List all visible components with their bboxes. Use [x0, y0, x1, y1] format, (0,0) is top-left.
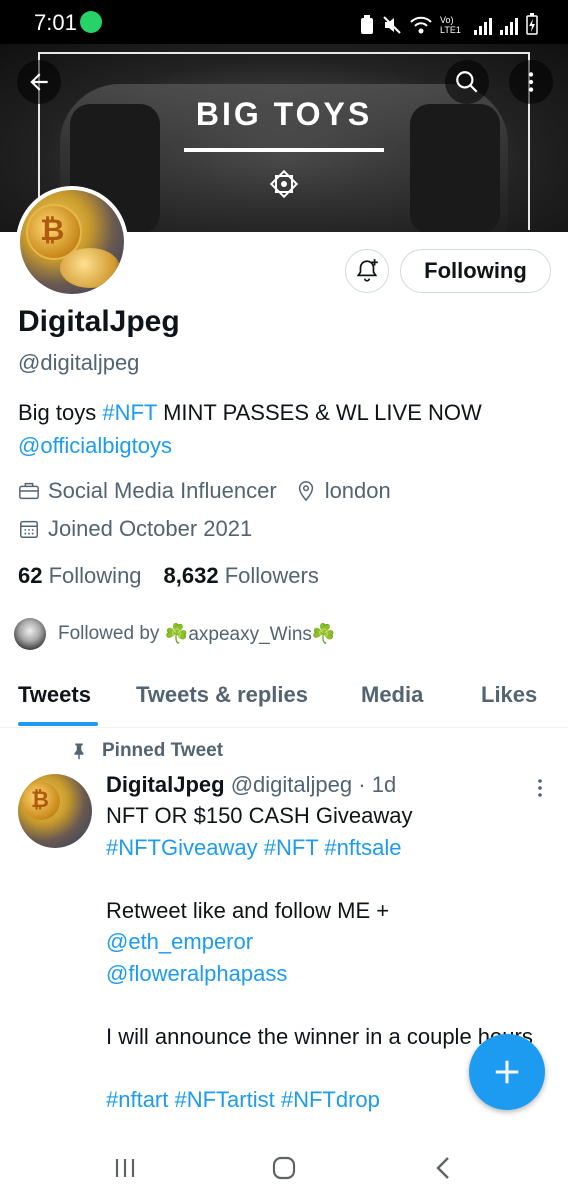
pin-icon — [74, 743, 84, 760]
following-label: Following — [48, 563, 142, 588]
tweet-line: I will announce the winner in a couple h… — [106, 1023, 533, 1049]
system-nav-bar — [0, 1134, 568, 1200]
tweet-author-handle[interactable]: @digitaljpeg — [231, 772, 352, 797]
tab-active-indicator — [18, 722, 98, 726]
tweet-hashtags[interactable]: #nftart #NFTartist #NFTdrop — [106, 1084, 536, 1116]
pinned-tweet-label: Pinned Tweet — [102, 740, 224, 761]
battery-charging-icon — [526, 13, 538, 35]
notifications-button[interactable] — [345, 249, 389, 293]
followers-count-link[interactable]: 8,632 Followers — [164, 563, 319, 589]
avatar-coin-2 — [60, 248, 120, 288]
followed-by-prefix: Followed by — [58, 623, 160, 644]
bell-plus-icon — [356, 259, 378, 282]
profile-tabs: Tweets Tweets & replies Media Likes — [0, 668, 568, 728]
wifi-icon — [410, 16, 432, 34]
tweet-separator: · — [358, 772, 366, 797]
banner-logo-icon — [268, 168, 300, 200]
status-bar: 7:01 Vo) LTE1 — [0, 0, 568, 44]
more-button[interactable] — [509, 60, 553, 104]
tab-tweets-replies[interactable]: Tweets & replies — [136, 682, 308, 708]
tweet-more-icon[interactable] — [532, 776, 548, 800]
followed-by[interactable]: Followed by ☘️axpeaxy_Wins☘️ — [14, 618, 336, 650]
tweet-bitcoin-glyph: ₿ — [31, 787, 49, 812]
arrow-left-icon — [30, 73, 48, 91]
home-icon — [272, 1156, 296, 1180]
location-icon — [298, 481, 313, 502]
search-icon — [456, 71, 478, 93]
profile-meta-row: Social Media Influencer london — [18, 478, 391, 504]
bio-text-2: MINT PASSES & WL LIVE NOW — [156, 400, 482, 425]
recent-apps-button[interactable] — [110, 1154, 140, 1182]
mute-icon — [383, 16, 401, 34]
tweet-mention[interactable]: @eth_emperor — [106, 926, 536, 958]
tab-media[interactable]: Media — [361, 682, 423, 708]
pinned-label: Pinned Tweet — [70, 740, 223, 762]
following-count: 62 — [18, 563, 43, 588]
recent-apps-icon — [115, 1159, 135, 1177]
profile-category: Social Media Influencer — [48, 478, 277, 503]
profile-avatar[interactable]: ₿ — [16, 186, 128, 298]
tweet-line: NFT OR $150 CASH Giveaway — [106, 803, 413, 828]
following-count-link[interactable]: 62 Following — [18, 563, 142, 589]
bio-text: Big toys — [18, 400, 103, 425]
profile-joined-row: Joined October 2021 — [18, 516, 252, 542]
banner-underline — [184, 148, 384, 152]
calendar-icon — [20, 520, 38, 538]
tweet-hashtags[interactable]: #NFTGiveaway #NFT #nftsale — [106, 832, 536, 864]
tweet-spacer — [106, 863, 536, 895]
bio-hashtag-link[interactable]: #NFT — [102, 400, 157, 425]
followed-by-user: ☘️axpeaxy_Wins☘️ — [164, 624, 336, 645]
back-nav-button[interactable] — [428, 1154, 458, 1182]
tab-tweets[interactable]: Tweets — [18, 682, 91, 708]
following-button[interactable]: Following — [400, 249, 551, 293]
signal-2-icon — [500, 15, 518, 35]
more-vertical-icon — [528, 72, 534, 92]
briefcase-icon — [19, 482, 39, 500]
display-name: DigitalJpeg — [18, 305, 180, 338]
followers-label: Followers — [224, 563, 319, 588]
tweet-mention[interactable]: @floweralphapass — [106, 958, 536, 990]
signal-icon — [474, 15, 492, 35]
profile-handle: @digitaljpeg — [18, 350, 140, 375]
plus-icon — [495, 1060, 519, 1084]
bio-mention-link[interactable]: @officialbigtoys — [18, 433, 172, 458]
profile-bio: Big toys #NFT MINT PASSES & WL LIVE NOW … — [18, 396, 548, 462]
banner-title: BIG TOYS — [195, 96, 373, 132]
tweet-header: DigitalJpeg @digitaljpeg · 1d — [106, 772, 396, 798]
network-label: Vo) LTE1 — [440, 15, 461, 35]
back-button[interactable] — [17, 60, 61, 104]
profile-location: london — [324, 478, 391, 503]
follower-avatar — [14, 618, 46, 650]
whatsapp-status-icon — [80, 11, 102, 33]
bitcoin-glyph: ₿ — [40, 214, 65, 247]
search-button[interactable] — [445, 60, 489, 104]
tweet-spacer — [106, 989, 536, 1021]
follow-counts: 62 Following 8,632 Followers — [18, 563, 319, 589]
chevron-left-icon — [436, 1157, 449, 1179]
tweet-line: Retweet like and follow ME + — [106, 897, 390, 923]
status-icons: Vo) LTE1 — [360, 9, 538, 35]
compose-tweet-button[interactable] — [469, 1034, 545, 1110]
followers-count: 8,632 — [163, 563, 219, 588]
tweet-author-name[interactable]: DigitalJpeg — [106, 772, 225, 797]
tweet-time[interactable]: 1d — [372, 772, 396, 797]
tab-likes[interactable]: Likes — [481, 682, 537, 708]
tweet-author-avatar[interactable]: ₿ — [18, 774, 92, 848]
home-button[interactable] — [269, 1154, 299, 1182]
battery-saver-icon — [361, 15, 373, 34]
status-time: 7:01 — [34, 10, 77, 35]
profile-joined-date: Joined October 2021 — [48, 516, 253, 541]
